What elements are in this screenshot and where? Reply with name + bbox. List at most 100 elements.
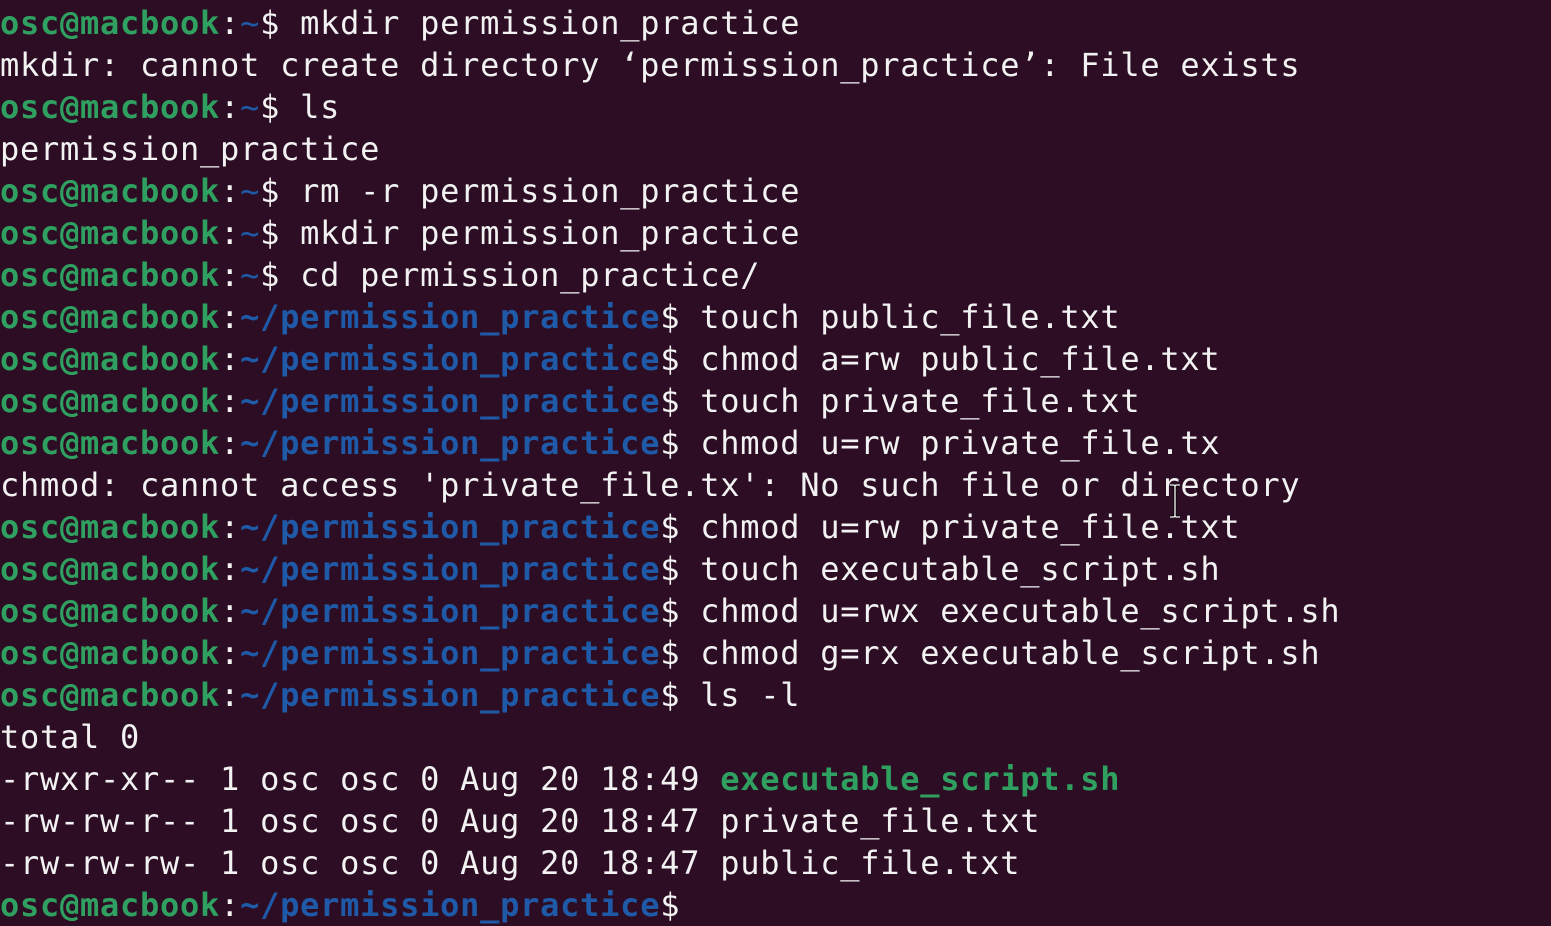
prompt-path: ~/permission_practice: [240, 340, 661, 378]
prompt-user: osc@macbook: [0, 676, 221, 714]
prompt-symbol: $: [660, 424, 701, 462]
prompt-line: osc@macbook:~/permission_practice$ chmod…: [0, 338, 1340, 380]
command-text: ls -l: [700, 676, 801, 714]
file-name: public_file.txt: [720, 844, 1021, 882]
prompt-path: ~/permission_practice: [240, 550, 661, 588]
file-listing-row: -rwxr-xr-- 1 osc osc 0 Aug 20 18:49 exec…: [0, 758, 1340, 800]
prompt-symbol: $: [260, 4, 301, 42]
command-text: rm -r permission_practice: [300, 172, 801, 210]
prompt-line: osc@macbook:~/permission_practice$ chmod…: [0, 590, 1340, 632]
command-text: ls: [300, 88, 341, 126]
prompt-symbol: $: [260, 172, 301, 210]
prompt-line: osc@macbook:~$ cd permission_practice/: [0, 254, 1340, 296]
prompt-separator: :: [220, 508, 241, 546]
prompt-user: osc@macbook: [0, 256, 221, 294]
prompt-separator: :: [220, 172, 241, 210]
prompt-line: osc@macbook:~/permission_practice$ ls -l: [0, 674, 1340, 716]
prompt-line: osc@macbook:~$ ls: [0, 86, 1340, 128]
output-line: total 0: [0, 716, 1340, 758]
prompt-symbol: $: [660, 634, 701, 672]
file-name: private_file.txt: [720, 802, 1041, 840]
prompt-symbol: $: [260, 214, 301, 252]
prompt-line: osc@macbook:~$ mkdir permission_practice: [0, 2, 1340, 44]
command-text: chmod u=rw private_file.txt: [700, 508, 1241, 546]
prompt-line: osc@macbook:~/permission_practice$ chmod…: [0, 632, 1340, 674]
prompt-separator: :: [220, 340, 241, 378]
prompt-line: osc@macbook:~/permission_practice$ touch…: [0, 380, 1340, 422]
prompt-user: osc@macbook: [0, 634, 221, 672]
command-text: chmod u=rw private_file.tx: [700, 424, 1221, 462]
prompt-line: osc@macbook:~/permission_practice$ touch…: [0, 548, 1340, 590]
prompt-user: osc@macbook: [0, 4, 221, 42]
prompt-path: ~/permission_practice: [240, 298, 661, 336]
prompt-path: ~/permission_practice: [240, 508, 661, 546]
prompt-symbol: $: [660, 382, 701, 420]
prompt-line: osc@macbook:~$ rm -r permission_practice: [0, 170, 1340, 212]
prompt-line: osc@macbook:~/permission_practice$ touch…: [0, 296, 1340, 338]
terminal-output[interactable]: osc@macbook:~$ mkdir permission_practice…: [0, 2, 1340, 926]
prompt-user: osc@macbook: [0, 382, 221, 420]
command-text: touch private_file.txt: [700, 382, 1141, 420]
prompt-user: osc@macbook: [0, 298, 221, 336]
prompt-separator: :: [220, 592, 241, 630]
output-line: permission_practice: [0, 128, 1340, 170]
prompt-symbol: $: [660, 298, 701, 336]
prompt-separator: :: [220, 382, 241, 420]
prompt-symbol: $: [260, 256, 301, 294]
prompt-path: ~: [240, 88, 261, 126]
command-text: mkdir permission_practice: [300, 214, 801, 252]
prompt-path: ~/permission_practice: [240, 676, 661, 714]
file-listing-row: -rw-rw-r-- 1 osc osc 0 Aug 20 18:47 priv…: [0, 800, 1340, 842]
prompt-user: osc@macbook: [0, 214, 221, 252]
prompt-separator: :: [220, 676, 241, 714]
prompt-user: osc@macbook: [0, 340, 221, 378]
prompt-user: osc@macbook: [0, 172, 221, 210]
prompt-path: ~/permission_practice: [240, 634, 661, 672]
prompt-path: ~/permission_practice: [240, 424, 661, 462]
prompt-path: ~: [240, 4, 261, 42]
output-text: permission_practice: [0, 130, 381, 168]
file-metadata: -rwxr-xr-- 1 osc osc 0 Aug 20 18:49: [0, 760, 721, 798]
text-cursor-ibeam-icon: [1170, 484, 1180, 518]
prompt-user: osc@macbook: [0, 886, 221, 924]
prompt-path: ~/permission_practice: [240, 382, 661, 420]
command-text: chmod g=rx executable_script.sh: [700, 634, 1321, 672]
output-text: mkdir: cannot create directory ‘permissi…: [0, 46, 1301, 84]
prompt-path: ~/permission_practice: [240, 886, 661, 924]
prompt-separator: :: [220, 4, 241, 42]
prompt-path: ~: [240, 256, 261, 294]
prompt-path: ~/permission_practice: [240, 592, 661, 630]
prompt-line: osc@macbook:~/permission_practice$: [0, 884, 1340, 926]
file-metadata: -rw-rw-r-- 1 osc osc 0 Aug 20 18:47: [0, 802, 721, 840]
prompt-symbol: $: [660, 508, 701, 546]
file-metadata: -rw-rw-rw- 1 osc osc 0 Aug 20 18:47: [0, 844, 721, 882]
prompt-line: osc@macbook:~/permission_practice$ chmod…: [0, 422, 1340, 464]
command-text: touch public_file.txt: [700, 298, 1121, 336]
prompt-symbol: $: [660, 550, 701, 588]
prompt-path: ~: [240, 172, 261, 210]
prompt-symbol: $: [660, 592, 701, 630]
output-text: chmod: cannot access 'private_file.tx': …: [0, 466, 1301, 504]
output-line: chmod: cannot access 'private_file.tx': …: [0, 464, 1340, 506]
prompt-symbol: $: [660, 676, 701, 714]
prompt-user: osc@macbook: [0, 508, 221, 546]
prompt-symbol: $: [660, 886, 701, 924]
command-text: mkdir permission_practice: [300, 4, 801, 42]
command-text: chmod u=rwx executable_script.sh: [700, 592, 1341, 630]
prompt-user: osc@macbook: [0, 592, 221, 630]
prompt-user: osc@macbook: [0, 550, 221, 588]
prompt-symbol: $: [260, 88, 301, 126]
prompt-separator: :: [220, 424, 241, 462]
file-listing-row: -rw-rw-rw- 1 osc osc 0 Aug 20 18:47 publ…: [0, 842, 1340, 884]
file-name: executable_script.sh: [720, 760, 1121, 798]
command-text: cd permission_practice/: [300, 256, 761, 294]
prompt-path: ~: [240, 214, 261, 252]
prompt-symbol: $: [660, 340, 701, 378]
prompt-separator: :: [220, 256, 241, 294]
prompt-user: osc@macbook: [0, 424, 221, 462]
prompt-separator: :: [220, 214, 241, 252]
prompt-separator: :: [220, 550, 241, 588]
output-line: mkdir: cannot create directory ‘permissi…: [0, 44, 1340, 86]
prompt-separator: :: [220, 298, 241, 336]
prompt-separator: :: [220, 88, 241, 126]
